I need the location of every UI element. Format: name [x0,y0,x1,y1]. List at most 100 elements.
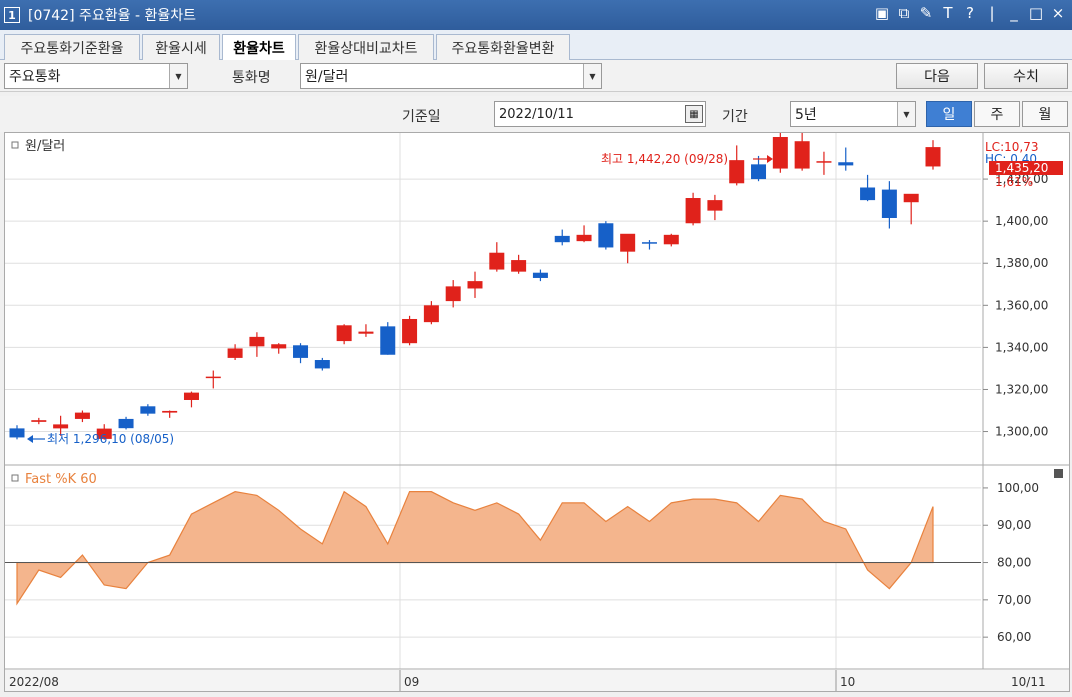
candle-body [903,193,919,203]
price-tick-label: 1,300,00 [995,425,1048,439]
date-label: 기준일 [402,109,441,125]
manual-value-button[interactable]: 수치 [984,63,1068,89]
chevron-down-icon[interactable]: ▼ [169,64,187,88]
candle-body [881,189,897,218]
candle-body [772,137,788,169]
candle-body [380,326,396,355]
candle-body [9,428,25,438]
candle-body [838,162,854,166]
indicator-title: Fast %K 60 [25,472,97,487]
next-button[interactable]: 다음 [896,63,978,89]
pane-marker-icon [11,474,19,482]
tab-bar: 주요통화기준환율 환율시세 환율차트 환율상대비교차트 주요통화환율변환 [0,30,1072,61]
candle-body [641,242,657,244]
candle-body [31,420,47,422]
candle-body [816,161,832,163]
currency-select[interactable]: 원/달러 ▼ [300,63,602,89]
candle-body [74,412,90,419]
window-title: [0742] 주요환율 - 환율차트 [28,8,196,24]
duplicate-icon[interactable]: ⧉ [896,4,912,22]
candle-body [314,360,330,369]
indicator-tick-label: 70,00 [997,593,1031,607]
candle-body [794,141,810,169]
calendar-icon[interactable]: ▦ [685,105,703,123]
font-icon[interactable]: T [940,4,956,22]
price-pane-title: 원/달러 [25,139,65,154]
price-tick-label: 1,340,00 [995,340,1048,354]
indicator-tick-label: 100,00 [997,481,1039,495]
candle-body [554,235,570,243]
candle-body [663,234,679,245]
candle-body [402,318,418,344]
candle-body [336,325,352,342]
restore-icon[interactable]: ▣ [874,4,890,22]
indicator-tick-label: 80,00 [997,556,1031,570]
candle-body [467,281,483,289]
low-annotation: 최저 1,296,10 (08/05) [47,432,174,446]
x-label-sep: 09 [404,675,419,689]
selector-row: 주요통화 ▼ 통화명 원/달러 ▼ 다음 수치 [0,60,1072,92]
currency-label: 통화명 [232,70,271,86]
interval-daily-button[interactable]: 일 [926,101,972,127]
window-number: 1 [4,7,20,23]
price-tick-label: 1,380,00 [995,256,1048,270]
chevron-down-icon[interactable]: ▼ [583,64,601,88]
indicator-tick-label: 60,00 [997,630,1031,644]
price-tick-label: 1,400,00 [995,214,1048,228]
tab-rate-converter[interactable]: 주요통화환율변환 [436,34,570,60]
candle-body [751,164,767,180]
tab-major-currency-rate[interactable]: 주요통화기준환율 [4,34,140,60]
title-bar: 1 [0742] 주요환율 - 환율차트 ▣ ⧉ ✎ T ? | _ □ × [0,0,1072,30]
close-icon[interactable]: × [1050,4,1066,22]
maximize-icon[interactable]: □ [1028,4,1044,22]
tab-relative-chart[interactable]: 환율상대비교차트 [298,34,434,60]
candle-body [707,200,723,211]
tab-rate-chart[interactable]: 환율차트 [222,34,296,61]
candle-body [511,260,527,272]
fast-k-area [16,490,934,606]
candle-body [249,336,265,347]
candle-body [489,252,505,270]
candle-body [423,305,439,323]
interval-monthly-button[interactable]: 월 [1022,101,1068,127]
indicator-tick-label: 90,00 [997,518,1031,532]
options-row: 기준일 2022/10/11 ▦ 기간 5년 ▼ 일 주 월 [0,96,1072,132]
candle-body [729,160,745,184]
candle-body [205,376,221,379]
separator-icon: | [989,4,995,22]
change-percent: 1,61% [995,175,1033,189]
x-label-start: 2022/08 [9,675,59,689]
pin-icon[interactable]: ✎ [918,4,934,22]
candle-body [183,392,199,400]
period-select[interactable]: 5년 ▼ [790,101,916,127]
candle-body [576,234,592,242]
minimize-icon[interactable]: _ [1006,4,1022,22]
candle-body [925,147,941,167]
rate-chart-svg[interactable]: 원/달러 최고 1,442,20 (09/28) 최저 1,296,10 (08… [5,132,1069,691]
price-tick-label: 1,360,00 [995,298,1048,312]
high-annotation: 최고 1,442,20 (09/28) [601,152,728,166]
last-value: 1,435,20 [995,161,1048,175]
price-tick-label: 1,320,00 [995,382,1048,396]
pane-collapse-icon[interactable] [1054,469,1063,478]
period-label: 기간 [722,109,748,125]
candle-body [598,223,614,248]
candle-body [685,198,701,224]
x-label-end: 10/11 [1011,675,1046,689]
help-icon[interactable]: ? [962,4,978,22]
candle-body [445,286,461,302]
candle-body [162,410,178,413]
candle-body [227,348,243,358]
candle-body [118,418,134,429]
chart-area[interactable]: 원/달러 최고 1,442,20 (09/28) 최저 1,296,10 (08… [4,132,1070,692]
candle-body [860,187,876,201]
date-input[interactable]: 2022/10/11 ▦ [494,101,706,127]
currency-group-select[interactable]: 주요통화 ▼ [4,63,188,89]
candle-body [140,406,156,414]
tab-rate-quote[interactable]: 환율시세 [142,34,220,60]
chevron-down-icon[interactable]: ▼ [897,102,915,126]
candle-body [532,272,548,278]
candle-body [620,233,636,252]
x-label-oct: 10 [840,675,855,689]
interval-weekly-button[interactable]: 주 [974,101,1020,127]
